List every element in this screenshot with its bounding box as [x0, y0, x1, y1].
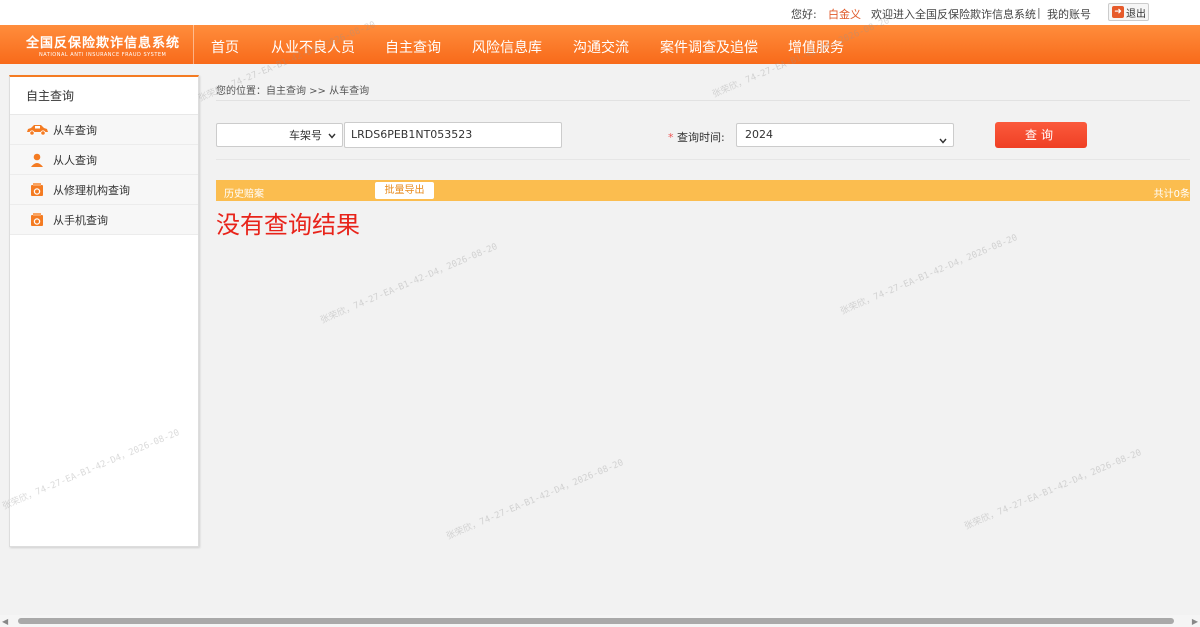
sidebar-item-phone[interactable]: 从手机查询 — [10, 205, 198, 235]
logo-divider — [193, 25, 194, 64]
vin-input[interactable]: LRDS6PEB1NT053523 — [344, 122, 562, 148]
phone-icon — [22, 212, 52, 227]
person-icon — [22, 153, 52, 167]
logout-label: 退出 — [1126, 8, 1146, 20]
nav-self-query[interactable]: 自主查询 — [385, 37, 441, 57]
repair-shop-icon — [22, 182, 52, 197]
scrollbar-thumb[interactable] — [18, 618, 1174, 624]
my-account-link[interactable]: 我的账号 — [1047, 6, 1091, 22]
batch-export-button[interactable]: 批量导出 — [375, 182, 434, 199]
greeting-text: 您好: — [791, 8, 817, 21]
scroll-right-icon[interactable]: ▶ — [1192, 617, 1198, 626]
nav-bad-personnel[interactable]: 从业不良人员 — [271, 37, 355, 57]
breadcrumb: 您的位置：自主查询 >> 从车查询 — [216, 86, 370, 97]
query-button[interactable]: 查询 — [995, 122, 1087, 148]
sidebar-item-person[interactable]: 从人查询 — [10, 145, 198, 175]
top-strip: 您好: 白金义 欢迎进入全国反保险欺诈信息系统 | 我的账号 ➜ 退出 — [0, 0, 1200, 25]
sidebar-item-label: 从车查询 — [53, 123, 97, 137]
required-marker: * — [668, 131, 674, 144]
sidebar-item-vehicle[interactable]: 从车查询 — [10, 115, 198, 145]
nav-risk-database[interactable]: 风险信息库 — [472, 37, 542, 57]
car-icon — [22, 123, 52, 136]
history-claims-bar: 历史赔案 批量导出 共计0条 — [216, 180, 1190, 201]
chevron-down-icon — [939, 130, 947, 152]
sidebar: 自主查询 从车查询 从人查询 从修理机构查询 从手机查询 — [9, 75, 199, 547]
query-time-value: 2024 — [745, 128, 773, 141]
watermark: 张荣欣，74-27-EA-B1-42-D4，2026-08-20 — [445, 458, 626, 542]
nav-value-added[interactable]: 增值服务 — [788, 37, 844, 57]
watermark: 张荣欣，74-27-EA-B1-42-D4，2026-08-20 — [319, 242, 500, 326]
no-result-message: 没有查询结果 — [216, 211, 360, 239]
logo-title: 全国反保险欺诈信息系统 — [26, 36, 181, 51]
history-claims-label: 历史赔案 — [224, 189, 264, 200]
sidebar-item-label: 从手机查询 — [53, 213, 108, 227]
horizontal-scrollbar[interactable]: ◀ ▶ — [0, 615, 1200, 627]
main-header: 全国反保险欺诈信息系统 NATIONAL ANTI INSURANCE FRAU… — [0, 25, 1200, 64]
logout-icon: ➜ — [1112, 6, 1124, 18]
welcome-text: 欢迎进入全国反保险欺诈信息系统 — [871, 8, 1036, 21]
nav-home[interactable]: 首页 — [211, 37, 239, 57]
watermark: 张荣欣，74-27-EA-B1-42-D4，2026-08-20 — [839, 233, 1020, 317]
nav-case-investigation[interactable]: 案件调查及追偿 — [660, 37, 758, 57]
nav-communication[interactable]: 沟通交流 — [573, 37, 629, 57]
logout-button[interactable]: ➜ 退出 — [1108, 3, 1149, 21]
query-time-label: * 查询时间: — [668, 129, 725, 145]
query-time-label-text: 查询时间: — [677, 131, 725, 144]
sidebar-item-label: 从修理机构查询 — [53, 183, 130, 197]
divider — [216, 159, 1190, 160]
sidebar-item-repair-shop[interactable]: 从修理机构查询 — [10, 175, 198, 205]
query-type-select[interactable]: 车架号 — [216, 123, 343, 147]
query-time-select[interactable]: 2024 — [736, 123, 954, 147]
watermark: 张荣欣，74-27-EA-B1-42-D4，2026-08-20 — [963, 448, 1144, 532]
sidebar-item-label: 从人查询 — [53, 153, 97, 167]
divider: | — [1037, 6, 1041, 19]
logo[interactable]: 全国反保险欺诈信息系统 NATIONAL ANTI INSURANCE FRAU… — [0, 25, 193, 64]
logo-subtitle: NATIONAL ANTI INSURANCE FRAUD SYSTEM — [39, 52, 167, 58]
chevron-down-icon — [328, 129, 336, 142]
username-link[interactable]: 白金义 — [828, 6, 861, 22]
divider — [216, 100, 1190, 101]
scroll-left-icon[interactable]: ◀ — [2, 617, 8, 626]
sidebar-title: 自主查询 — [10, 77, 198, 115]
query-type-value: 车架号 — [289, 129, 322, 142]
total-count: 共计0条 — [1153, 189, 1190, 200]
